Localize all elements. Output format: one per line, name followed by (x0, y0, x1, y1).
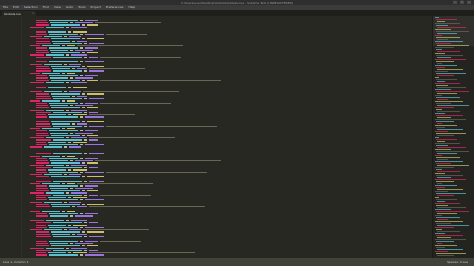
status-position: Line 1, Column 1 (3, 260, 29, 264)
minimize-button[interactable]: — (453, 1, 457, 4)
status-bar: Line 1, Column 1 Spaces: 4 Lua (0, 258, 474, 266)
line-number-gutter (0, 16, 22, 258)
close-button[interactable]: ✕ (467, 1, 471, 4)
maximize-button[interactable]: □ (460, 1, 464, 4)
code-editor[interactable] (22, 16, 430, 258)
window-title: C:\Users\user\Desktop\Globals\Globals.lu… (180, 0, 294, 5)
tab-label: Globals.lua (4, 11, 21, 16)
status-syntax[interactable]: Spaces: 4 Lua (447, 258, 468, 266)
minimap[interactable] (432, 16, 474, 258)
window-controls: — □ ✕ (453, 1, 471, 4)
